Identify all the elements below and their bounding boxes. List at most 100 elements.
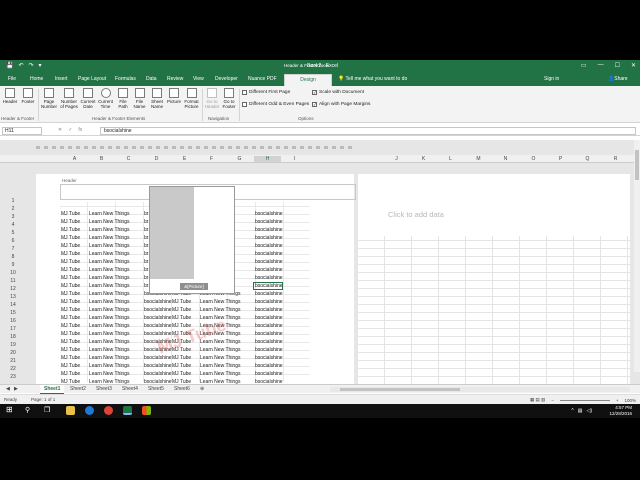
cell[interactable]: bsocialshine xyxy=(144,299,172,305)
go-to-header-button[interactable]: Go to Header xyxy=(204,88,220,109)
cell[interactable]: MJ Tube xyxy=(61,235,88,241)
cell[interactable]: bsocialshine xyxy=(255,307,309,313)
cell[interactable]: MJ Tube xyxy=(61,275,88,281)
cell[interactable]: Learn New Things xyxy=(89,347,143,353)
maximize-button[interactable]: ☐ xyxy=(615,62,620,69)
click-to-add-data[interactable]: Click to add data xyxy=(388,210,444,219)
cell[interactable]: bsocialshine xyxy=(144,307,172,313)
tab-review[interactable]: Review xyxy=(167,76,183,82)
cell[interactable]: Learn New Things xyxy=(200,371,254,377)
network-icon[interactable]: ▤ xyxy=(578,408,583,414)
cell[interactable]: Learn New Things xyxy=(200,363,254,369)
row-header[interactable]: 3 xyxy=(0,214,26,220)
current-time-button[interactable]: Current Time xyxy=(97,88,114,109)
column-header[interactable]: L xyxy=(437,156,464,162)
cell[interactable]: bsocialshine xyxy=(255,267,309,273)
column-header[interactable]: I xyxy=(281,156,308,162)
scale-with-document-checkbox[interactable]: ✓ Scale with Document xyxy=(312,90,364,95)
cell[interactable]: bsocialshine xyxy=(255,211,309,217)
cell[interactable]: MJ Tube xyxy=(61,323,88,329)
column-header[interactable]: Q xyxy=(574,156,601,162)
cell[interactable]: MJ Tube xyxy=(61,291,88,297)
row-header[interactable]: 9 xyxy=(0,262,26,268)
cell[interactable]: bsocialshine xyxy=(255,331,309,337)
windows-start-icon[interactable]: ⊞ xyxy=(6,405,13,414)
cell[interactable]: Learn New Things xyxy=(200,355,254,361)
cell[interactable]: bsocialshine xyxy=(255,347,309,353)
sign-in-link[interactable]: Sign in xyxy=(544,76,559,82)
row-header[interactable]: 16 xyxy=(0,318,26,324)
cell[interactable]: MJ Tube xyxy=(61,219,88,225)
cell[interactable]: Learn New Things xyxy=(89,219,143,225)
row-header[interactable]: 13 xyxy=(0,294,26,300)
column-header[interactable]: G xyxy=(226,156,253,162)
cell[interactable]: MJ Tube xyxy=(61,315,88,321)
excel-taskbar-icon[interactable] xyxy=(123,406,132,415)
cell[interactable]: MJ Tube xyxy=(61,347,88,353)
zoom-level[interactable]: 100% xyxy=(624,398,636,403)
sheet-name-button[interactable]: Sheet Name xyxy=(149,88,165,109)
picture-button[interactable]: Picture xyxy=(166,88,182,104)
row-header[interactable]: 8 xyxy=(0,254,26,260)
cell[interactable]: bsocialshine xyxy=(255,259,309,265)
cell[interactable]: Learn New Things xyxy=(89,315,143,321)
tab-data[interactable]: Data xyxy=(146,76,157,82)
cell[interactable]: bsocialshine xyxy=(255,299,309,305)
cell[interactable]: bsocialshine xyxy=(144,323,172,329)
cell[interactable]: MJ Tube xyxy=(172,355,200,361)
cell[interactable]: bsocialshine xyxy=(144,315,172,321)
scroll-thumb[interactable] xyxy=(635,150,639,180)
search-icon[interactable]: ⚲ xyxy=(25,406,30,414)
sheet-tab-4[interactable]: Sheet4 xyxy=(118,385,142,393)
cell[interactable]: MJ Tube xyxy=(61,355,88,361)
row-header[interactable]: 20 xyxy=(0,350,26,356)
new-sheet-icon[interactable]: ⊕ xyxy=(196,385,208,393)
cell[interactable]: bsocialshine xyxy=(255,323,309,329)
tab-formulas[interactable]: Formulas xyxy=(115,76,136,82)
cell[interactable]: Learn New Things xyxy=(89,307,143,313)
column-header[interactable]: D xyxy=(143,156,170,162)
column-header[interactable]: B xyxy=(88,156,115,162)
cell[interactable]: bsocialshine xyxy=(255,339,309,345)
cell[interactable]: MJ Tube xyxy=(61,211,88,217)
file-name-button[interactable]: File Name xyxy=(132,88,147,109)
cell[interactable]: bsocialshine xyxy=(255,275,309,281)
cell[interactable]: MJ Tube xyxy=(61,299,88,305)
zoom-out-button[interactable]: − xyxy=(551,398,554,403)
cancel-icon[interactable]: ✕ xyxy=(58,127,62,133)
cell[interactable]: MJ Tube xyxy=(61,331,88,337)
vertical-scrollbar[interactable] xyxy=(634,140,640,372)
cell[interactable]: Learn New Things xyxy=(200,347,254,353)
cell[interactable]: bsocialshine xyxy=(255,355,309,361)
cell[interactable]: MJ Tube xyxy=(61,283,88,289)
cell[interactable]: Learn New Things xyxy=(89,283,143,289)
name-box[interactable]: H11 xyxy=(2,127,42,135)
cell[interactable]: MJ Tube xyxy=(172,299,200,305)
file-explorer-icon[interactable] xyxy=(66,406,75,415)
cell[interactable]: Learn New Things xyxy=(89,331,143,337)
row-header[interactable]: 6 xyxy=(0,238,26,244)
cell[interactable]: MJ Tube xyxy=(172,307,200,313)
clock[interactable]: 4:57 PM 12/28/2016 xyxy=(609,405,632,416)
tab-developer[interactable]: Developer xyxy=(215,76,238,82)
sheet-nav-right-icon[interactable]: ▶ xyxy=(10,385,22,393)
cell[interactable]: MJ Tube xyxy=(172,371,200,377)
cell[interactable]: MJ Tube xyxy=(61,243,88,249)
cell[interactable]: Learn New Things xyxy=(89,299,143,305)
different-odd-even-checkbox[interactable]: Different Odd & Even Pages xyxy=(242,102,309,107)
number-of-pages-button[interactable]: Number of Pages xyxy=(59,88,79,109)
cell[interactable]: Learn New Things xyxy=(200,299,254,305)
cell[interactable]: bsocialshine xyxy=(255,251,309,257)
cell[interactable]: Learn New Things xyxy=(89,235,143,241)
cell[interactable]: bsocialshine xyxy=(255,371,309,377)
cell[interactable]: MJ Tube xyxy=(172,363,200,369)
column-header[interactable]: F xyxy=(198,156,225,162)
cell[interactable]: bsocialshine xyxy=(255,363,309,369)
tab-file[interactable]: File xyxy=(8,76,16,82)
column-header[interactable]: M xyxy=(465,156,492,162)
cell[interactable]: MJ Tube xyxy=(172,315,200,321)
volume-icon[interactable]: ◁) xyxy=(586,408,592,414)
row-header[interactable]: 22 xyxy=(0,366,26,372)
tell-me-search[interactable]: 💡 Tell me what you want to do xyxy=(338,76,407,82)
tab-design[interactable]: Design xyxy=(284,74,332,86)
